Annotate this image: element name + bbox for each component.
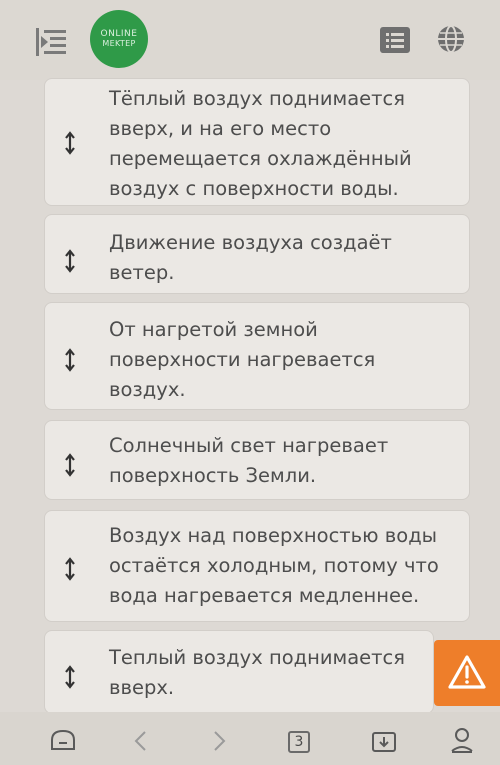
home-icon[interactable]	[50, 728, 76, 756]
top-bar: ONLINE MEKTEP	[0, 0, 500, 80]
drag-handle-icon[interactable]	[59, 665, 81, 689]
menu-toggle-icon[interactable]	[36, 28, 70, 56]
card-text: Тёплый воздух поднимается вверх, и на ег…	[109, 87, 412, 200]
sortable-item-card[interactable]: Воздух над поверхностью воды остаётся хо…	[44, 510, 470, 622]
drag-handle-icon[interactable]	[59, 249, 81, 273]
drag-handle-icon[interactable]	[59, 131, 81, 155]
tab-count-button[interactable]: 3	[288, 731, 310, 753]
forward-arrow-icon[interactable]	[212, 729, 228, 757]
logo-text-line2: MEKTEP	[102, 39, 136, 48]
sortable-item-card[interactable]: Солнечный свет нагревает поверхность Зем…	[44, 420, 470, 500]
profile-icon[interactable]	[450, 726, 474, 758]
card-text: Движение воздуха создаёт ветер.	[109, 231, 392, 284]
task-list-icon[interactable]	[380, 27, 410, 53]
warning-triangle-icon	[448, 655, 486, 689]
card-text: Воздух над поверхностью воды остаётся хо…	[109, 524, 439, 607]
sortable-item-card[interactable]: От нагретой земной поверхности нагревает…	[44, 302, 470, 410]
sortable-item-card[interactable]: Тёплый воздух поднимается вверх, и на ег…	[44, 78, 470, 206]
sortable-item-card[interactable]: Теплый воздух поднимается вверх.	[44, 630, 434, 714]
card-text: Солнечный свет нагревает поверхность Зем…	[109, 434, 389, 487]
language-globe-icon[interactable]	[436, 24, 466, 54]
download-folder-icon[interactable]	[372, 730, 396, 756]
drag-handle-icon[interactable]	[59, 348, 81, 372]
card-text: От нагретой земной поверхности нагревает…	[109, 318, 376, 401]
online-mektep-logo[interactable]: ONLINE MEKTEP	[90, 10, 148, 68]
drag-handle-icon[interactable]	[59, 557, 81, 581]
logo-text-line1: ONLINE	[100, 29, 138, 39]
card-text: Теплый воздух поднимается вверх.	[109, 646, 405, 699]
sortable-item-card[interactable]: Движение воздуха создаёт ветер.	[44, 214, 470, 294]
back-arrow-icon[interactable]	[132, 729, 148, 757]
drag-handle-icon[interactable]	[59, 453, 81, 477]
report-warning-button[interactable]	[434, 640, 500, 706]
